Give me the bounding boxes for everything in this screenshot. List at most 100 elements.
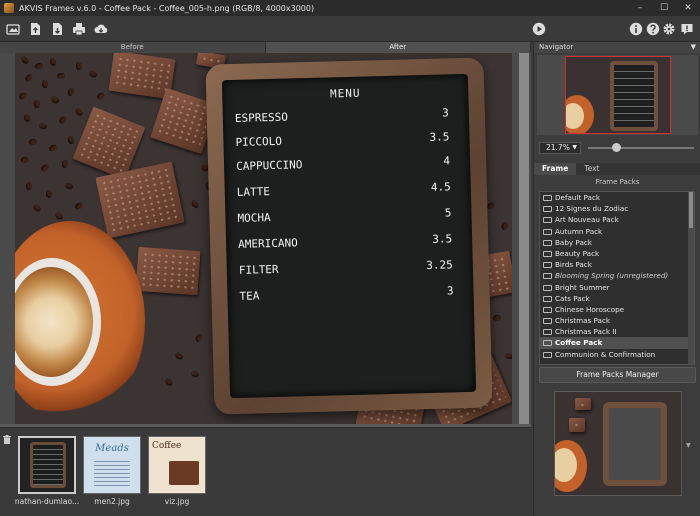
menu-row: CAPPUCCINO 4 [236,154,450,173]
frame-pack-item[interactable]: Cats Pack [540,293,694,304]
menu-item-name: FILTER [238,262,279,277]
menu-row: MOCHA 5 [237,206,451,225]
zoom-select[interactable]: 21.7% ▼ [539,142,581,154]
chevron-down-icon[interactable]: ▼ [691,42,696,53]
navigator-header[interactable]: Navigator ▼ [534,42,700,53]
coffee-bean [96,91,106,101]
frame-pack-label: Blooming Spring (unregistered) [555,271,669,281]
frame-pack-item[interactable]: Communion & Confirmation [540,349,694,360]
frame-pack-item[interactable]: Christmas Pack [540,315,694,326]
frame-pack-item[interactable]: Autumn Pack [540,226,694,237]
thumb-board [33,445,63,485]
frame-pack-item[interactable]: Art Nouveau Pack [540,214,694,225]
frame-pack-icon [543,262,552,269]
thumbnail-1[interactable] [18,436,76,494]
list-scrollbar-thumb[interactable] [689,192,693,228]
frame-pack-item[interactable]: Christmas Pack II [540,326,694,337]
coffee-bean [41,79,49,89]
window-controls: – ☐ ✕ [628,0,700,16]
menu-item-price: 3.5 [432,232,453,246]
coffee-bean [34,62,44,70]
side-panel: Navigator ▼ 21.7% ▼ Frame Text Frame Pac… [533,42,700,516]
settings-icon[interactable] [661,21,677,37]
frame-pack-icon [543,228,552,235]
coffee-bean [190,199,200,209]
chalkboard: MENU ESPRESSO 3 PICCOLO 3.5 CAPPUCCINO 4 LATTE… [221,73,477,399]
coffee-bean [49,57,57,67]
image-canvas[interactable]: MENU ESPRESSO 3 PICCOLO 3.5 CAPPUCCINO 4 LATTE… [0,53,531,427]
frame-pack-item[interactable]: Default Pack [540,192,694,203]
import-icon[interactable] [27,21,43,37]
coffee-bean [67,135,75,145]
tab-frame[interactable]: Frame [534,163,577,175]
open-image-icon[interactable] [5,21,21,37]
framed-photo: MENU ESPRESSO 3 PICCOLO 3.5 CAPPUCCINO 4 LATTE… [15,53,512,425]
wooden-frame: MENU ESPRESSO 3 PICCOLO 3.5 CAPPUCCINO 4 LATTE… [205,57,493,415]
coffee-bean [40,163,50,173]
preview-dropdown-icon[interactable]: ▼ [686,442,691,449]
navigator-preview[interactable] [537,55,698,135]
menu-item-price: 5 [444,206,452,220]
frame-pack-icon [543,195,552,201]
maximize-button[interactable]: ☐ [652,0,676,16]
coffee-bean [24,73,34,83]
thumbnail-2[interactable]: Meads [83,436,141,494]
trash-icon[interactable] [3,435,11,444]
menu-item-name: MOCHA [237,211,271,225]
coffee-bean [74,107,84,117]
notification-icon[interactable] [679,21,695,37]
thumb-coffee-text: Coffee [152,441,182,451]
menu-item-name: LATTE [236,185,271,199]
frame-pack-icon [543,295,552,302]
cloud-download-icon[interactable] [93,21,109,37]
frame-pack-icon [543,340,552,347]
info-icon[interactable] [628,21,644,37]
thumbnail-3-label: viz.jpg [164,497,190,506]
minimize-button[interactable]: – [628,0,652,16]
frame-pack-item[interactable]: Beauty Pack [540,248,694,259]
zoom-slider-handle[interactable] [612,143,621,152]
export-icon[interactable] [49,21,65,37]
coffee-bean [194,333,204,343]
coffee-bean [61,159,69,169]
frame-pack-label: Chinese Horoscope [555,304,625,314]
frame-preview[interactable] [554,391,682,496]
tab-text[interactable]: Text [576,163,607,175]
zoom-slider-track[interactable] [588,147,694,149]
help-icon[interactable] [645,21,661,37]
before-after-tabs: Before After [0,42,531,53]
menu-item-price: 3 [446,284,454,298]
list-scrollbar[interactable] [688,192,694,364]
coffee-bean [20,55,30,65]
vertical-scrollbar[interactable] [519,53,529,425]
frame-pack-item[interactable]: Chinese Horoscope [540,304,694,315]
thumbnail-2-label: men2.jpg [94,497,130,506]
frame-pack-item[interactable]: Birds Pack [540,259,694,270]
navigator-title: Navigator [539,43,574,51]
menu-item-price: 4 [443,154,451,168]
close-button[interactable]: ✕ [676,0,700,16]
coffee-bean [66,87,76,97]
print-icon[interactable] [71,21,87,37]
frame-pack-label: Beauty Pack [555,248,600,258]
frame-pack-label: Communion & Confirmation [555,349,656,359]
tab-before[interactable]: Before [0,42,266,53]
frame-pack-item[interactable]: Coffee Pack [540,337,694,349]
thumbnail-3[interactable]: Coffee [148,436,206,494]
navigator-viewport[interactable] [565,56,671,134]
preview-frame [603,402,667,486]
frame-pack-item[interactable]: Baby Pack [540,237,694,248]
tab-after[interactable]: After [265,42,531,53]
coffee-bean [25,181,33,191]
frame-pack-item[interactable]: Blooming Spring (unregistered) [540,270,694,281]
zoom-value: 21.7% [546,143,570,152]
menu-item-name: CAPPUCCINO [235,158,303,173]
frame-pack-item[interactable]: 12 Signes du Zodiac [540,203,694,214]
coffee-bean [38,121,48,131]
frame-packs-manager-button[interactable]: Frame Packs Manager [539,367,696,383]
frame-pack-label: Cats Pack [555,293,590,303]
play-icon[interactable] [531,21,547,37]
coffee-bean [492,314,502,322]
app-logo-icon [4,3,14,13]
frame-pack-item[interactable]: Bright Summer [540,282,694,293]
